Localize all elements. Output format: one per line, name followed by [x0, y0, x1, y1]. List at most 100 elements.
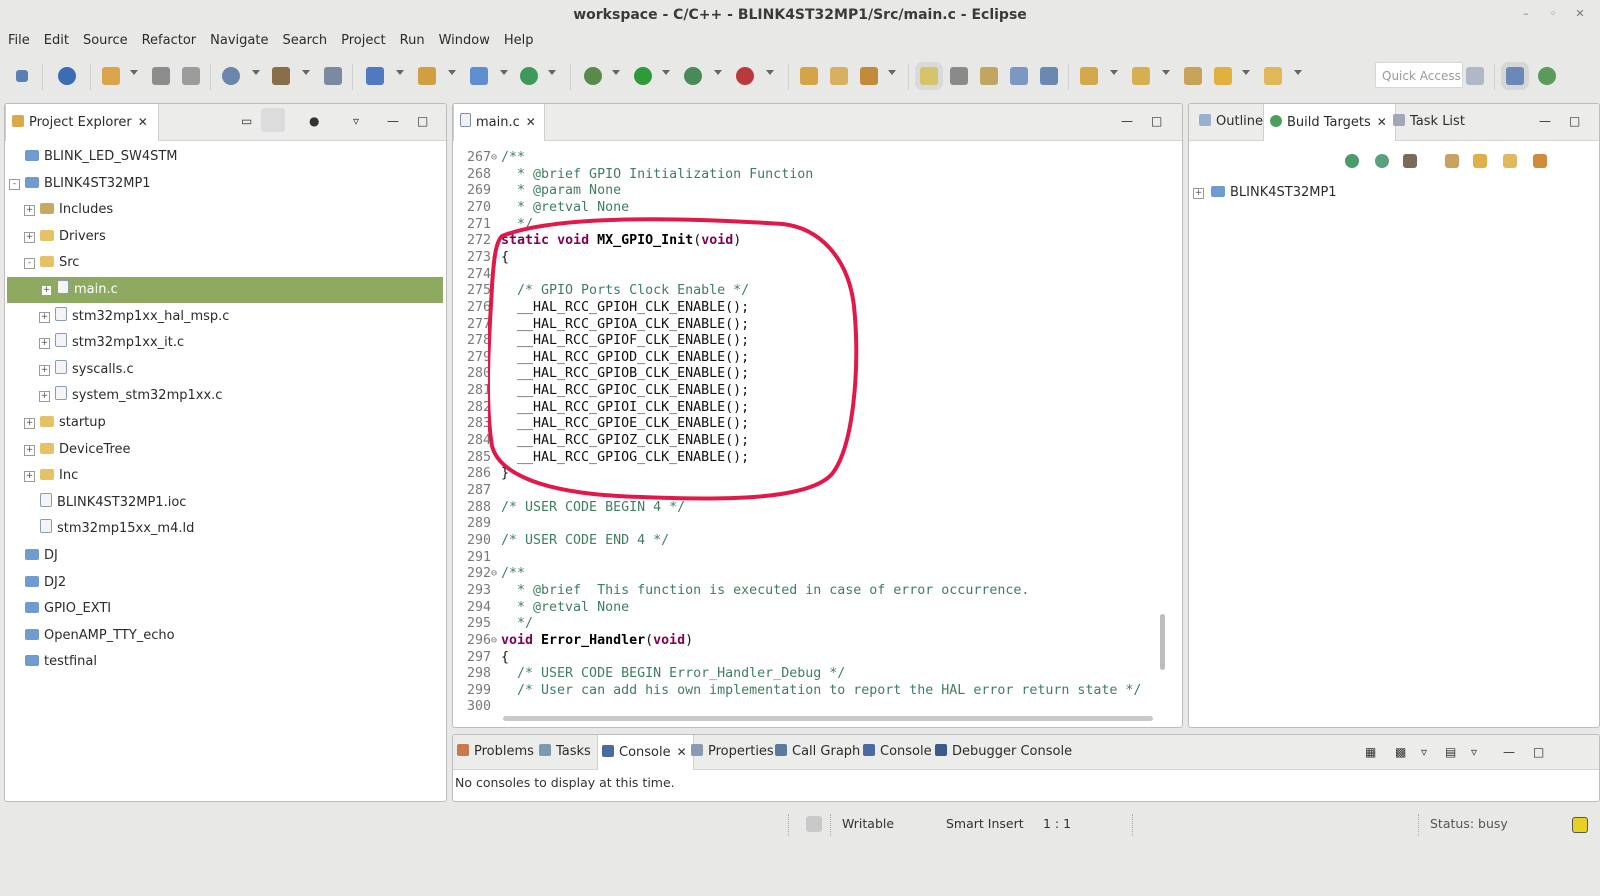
tree-item[interactable]: + stm32mp1xx_hal_msp.c [5, 304, 441, 330]
tree-item[interactable]: BLINK_LED_SW4STM [5, 144, 441, 170]
tree-item[interactable]: - BLINK4ST32MP1 [5, 171, 441, 197]
back-arrow-icon[interactable] [1214, 67, 1232, 85]
chevron-down-icon[interactable] [302, 70, 310, 75]
expand-icon[interactable]: + [39, 364, 50, 376]
expand-icon[interactable]: + [24, 444, 35, 456]
open-perspective-icon[interactable] [1466, 67, 1484, 85]
chevron-down-icon[interactable] [766, 70, 774, 75]
target-icon[interactable] [222, 67, 240, 85]
tab-properties[interactable]: Properties [691, 735, 774, 769]
home-icon[interactable] [1445, 154, 1459, 168]
fold-icon[interactable]: ⊖ [491, 633, 497, 650]
minimize-icon[interactable]: – [1518, 6, 1534, 22]
vertical-scrollbar[interactable] [1160, 614, 1165, 670]
expand-icon[interactable]: + [39, 391, 50, 403]
tree-item[interactable]: BLINK4ST32MP1.ioc [5, 490, 441, 516]
tree-item[interactable]: + stm32mp1xx_it.c [5, 330, 441, 356]
expand-icon[interactable]: + [24, 231, 35, 243]
tab-console[interactable]: Console ✕ [597, 735, 694, 770]
maximize-view-icon[interactable]: □ [417, 114, 428, 128]
close-icon[interactable]: ✕ [1377, 115, 1387, 129]
tree-item[interactable]: + system_stm32mp1xx.c [5, 383, 441, 409]
menu-run[interactable]: Run [393, 32, 432, 50]
chevron-down-icon[interactable] [448, 70, 456, 75]
collapse-icon[interactable]: - [9, 178, 20, 190]
tree-item[interactable]: - Src [5, 250, 441, 276]
tree-item[interactable]: stm32mp15xx_m4.ld [5, 516, 441, 542]
menu-source[interactable]: Source [76, 32, 135, 50]
menu-project[interactable]: Project [334, 32, 392, 50]
debug-icon[interactable] [584, 67, 602, 85]
menu-help[interactable]: Help [497, 32, 541, 50]
chevron-down-icon[interactable] [1294, 70, 1302, 75]
chevron-down-icon[interactable] [1110, 70, 1118, 75]
new-file-icon[interactable] [470, 67, 488, 85]
open-console-icon[interactable]: ▤ [1445, 745, 1456, 759]
maximize-view-icon[interactable]: □ [1569, 114, 1580, 128]
build-icon[interactable] [58, 67, 76, 85]
new-target-icon[interactable] [1345, 154, 1359, 168]
fold-icon[interactable]: ⊖ [491, 150, 497, 167]
new-folder-icon[interactable] [418, 67, 436, 85]
chevron-down-icon[interactable] [396, 70, 404, 75]
save-icon[interactable] [152, 67, 170, 85]
save-all-icon[interactable] [182, 67, 200, 85]
expand-icon[interactable]: + [24, 471, 35, 483]
next-annotation-icon[interactable] [1080, 67, 1098, 85]
tree-item[interactable]: DJ2 [5, 570, 441, 596]
run-icon[interactable] [634, 67, 652, 85]
tab-project-explorer[interactable]: Project Explorer ✕ [5, 104, 159, 141]
chevron-down-icon[interactable] [500, 70, 508, 75]
tree-item[interactable]: + Includes [5, 197, 441, 223]
tab-build-targets[interactable]: Build Targets ✕ [1263, 104, 1396, 141]
menu-edit[interactable]: Edit [37, 32, 76, 50]
close-icon[interactable]: ✕ [138, 115, 148, 129]
chevron-down-icon[interactable] [1162, 70, 1170, 75]
binary-icon[interactable] [324, 67, 342, 85]
chevron-down-icon[interactable]: ▿ [1421, 745, 1427, 759]
horizontal-scrollbar[interactable] [503, 716, 1153, 721]
tree-item[interactable]: testfinal [5, 649, 441, 675]
word-wrap-icon[interactable] [1010, 67, 1028, 85]
new-icon[interactable] [102, 67, 120, 85]
menu-navigate[interactable]: Navigate [203, 32, 275, 50]
tab-problems[interactable]: Problems [457, 735, 534, 769]
tree-item[interactable]: + main.c [7, 277, 443, 303]
chevron-down-icon[interactable] [1242, 70, 1250, 75]
menu-window[interactable]: Window [432, 32, 497, 50]
display-console-icon[interactable]: ▩ [1395, 745, 1406, 759]
debug-perspective-icon[interactable] [1538, 67, 1556, 85]
open-folder-icon[interactable] [830, 67, 848, 85]
expand-icon[interactable]: + [24, 205, 35, 217]
tree-item[interactable]: + Inc [5, 463, 441, 489]
block-selection-icon[interactable] [980, 67, 998, 85]
minimize-view-icon[interactable]: — [387, 114, 399, 128]
filter-icon[interactable]: ● [309, 114, 319, 128]
tab-tasks[interactable]: Tasks [539, 735, 591, 769]
tree-item[interactable]: + DeviceTree [5, 437, 441, 463]
chevron-down-icon[interactable] [662, 70, 670, 75]
tab-console-2[interactable]: Console [863, 735, 932, 769]
collapse-icon[interactable]: - [24, 258, 35, 270]
close-icon[interactable]: ✕ [526, 115, 536, 129]
expand-icon[interactable]: + [39, 338, 50, 350]
tree-item[interactable]: + startup [5, 410, 441, 436]
chevron-down-icon[interactable]: ▿ [1471, 745, 1477, 759]
close-icon[interactable]: ✕ [677, 745, 687, 759]
chevron-down-icon[interactable] [612, 70, 620, 75]
pin-console-icon[interactable]: ▦ [1365, 745, 1376, 759]
new-project-icon[interactable] [366, 67, 384, 85]
forward-arrow-icon[interactable] [1503, 154, 1517, 168]
minimize-view-icon[interactable]: — [1503, 745, 1515, 759]
tree-item[interactable]: + syscalls.c [5, 357, 441, 383]
maximize-icon[interactable]: ◦ [1545, 6, 1561, 22]
back-arrow-icon[interactable] [1473, 154, 1487, 168]
highlight-icon[interactable] [920, 67, 938, 85]
chevron-down-icon[interactable] [714, 70, 722, 75]
tab-call-graph[interactable]: Call Graph [775, 735, 860, 769]
toggle-mark-icon[interactable] [950, 67, 968, 85]
expand-icon[interactable]: + [1193, 188, 1204, 199]
pencil-icon[interactable] [860, 67, 878, 85]
minimize-view-icon[interactable]: — [1121, 114, 1133, 128]
tab-debugger-console[interactable]: Debugger Console [935, 735, 1072, 769]
